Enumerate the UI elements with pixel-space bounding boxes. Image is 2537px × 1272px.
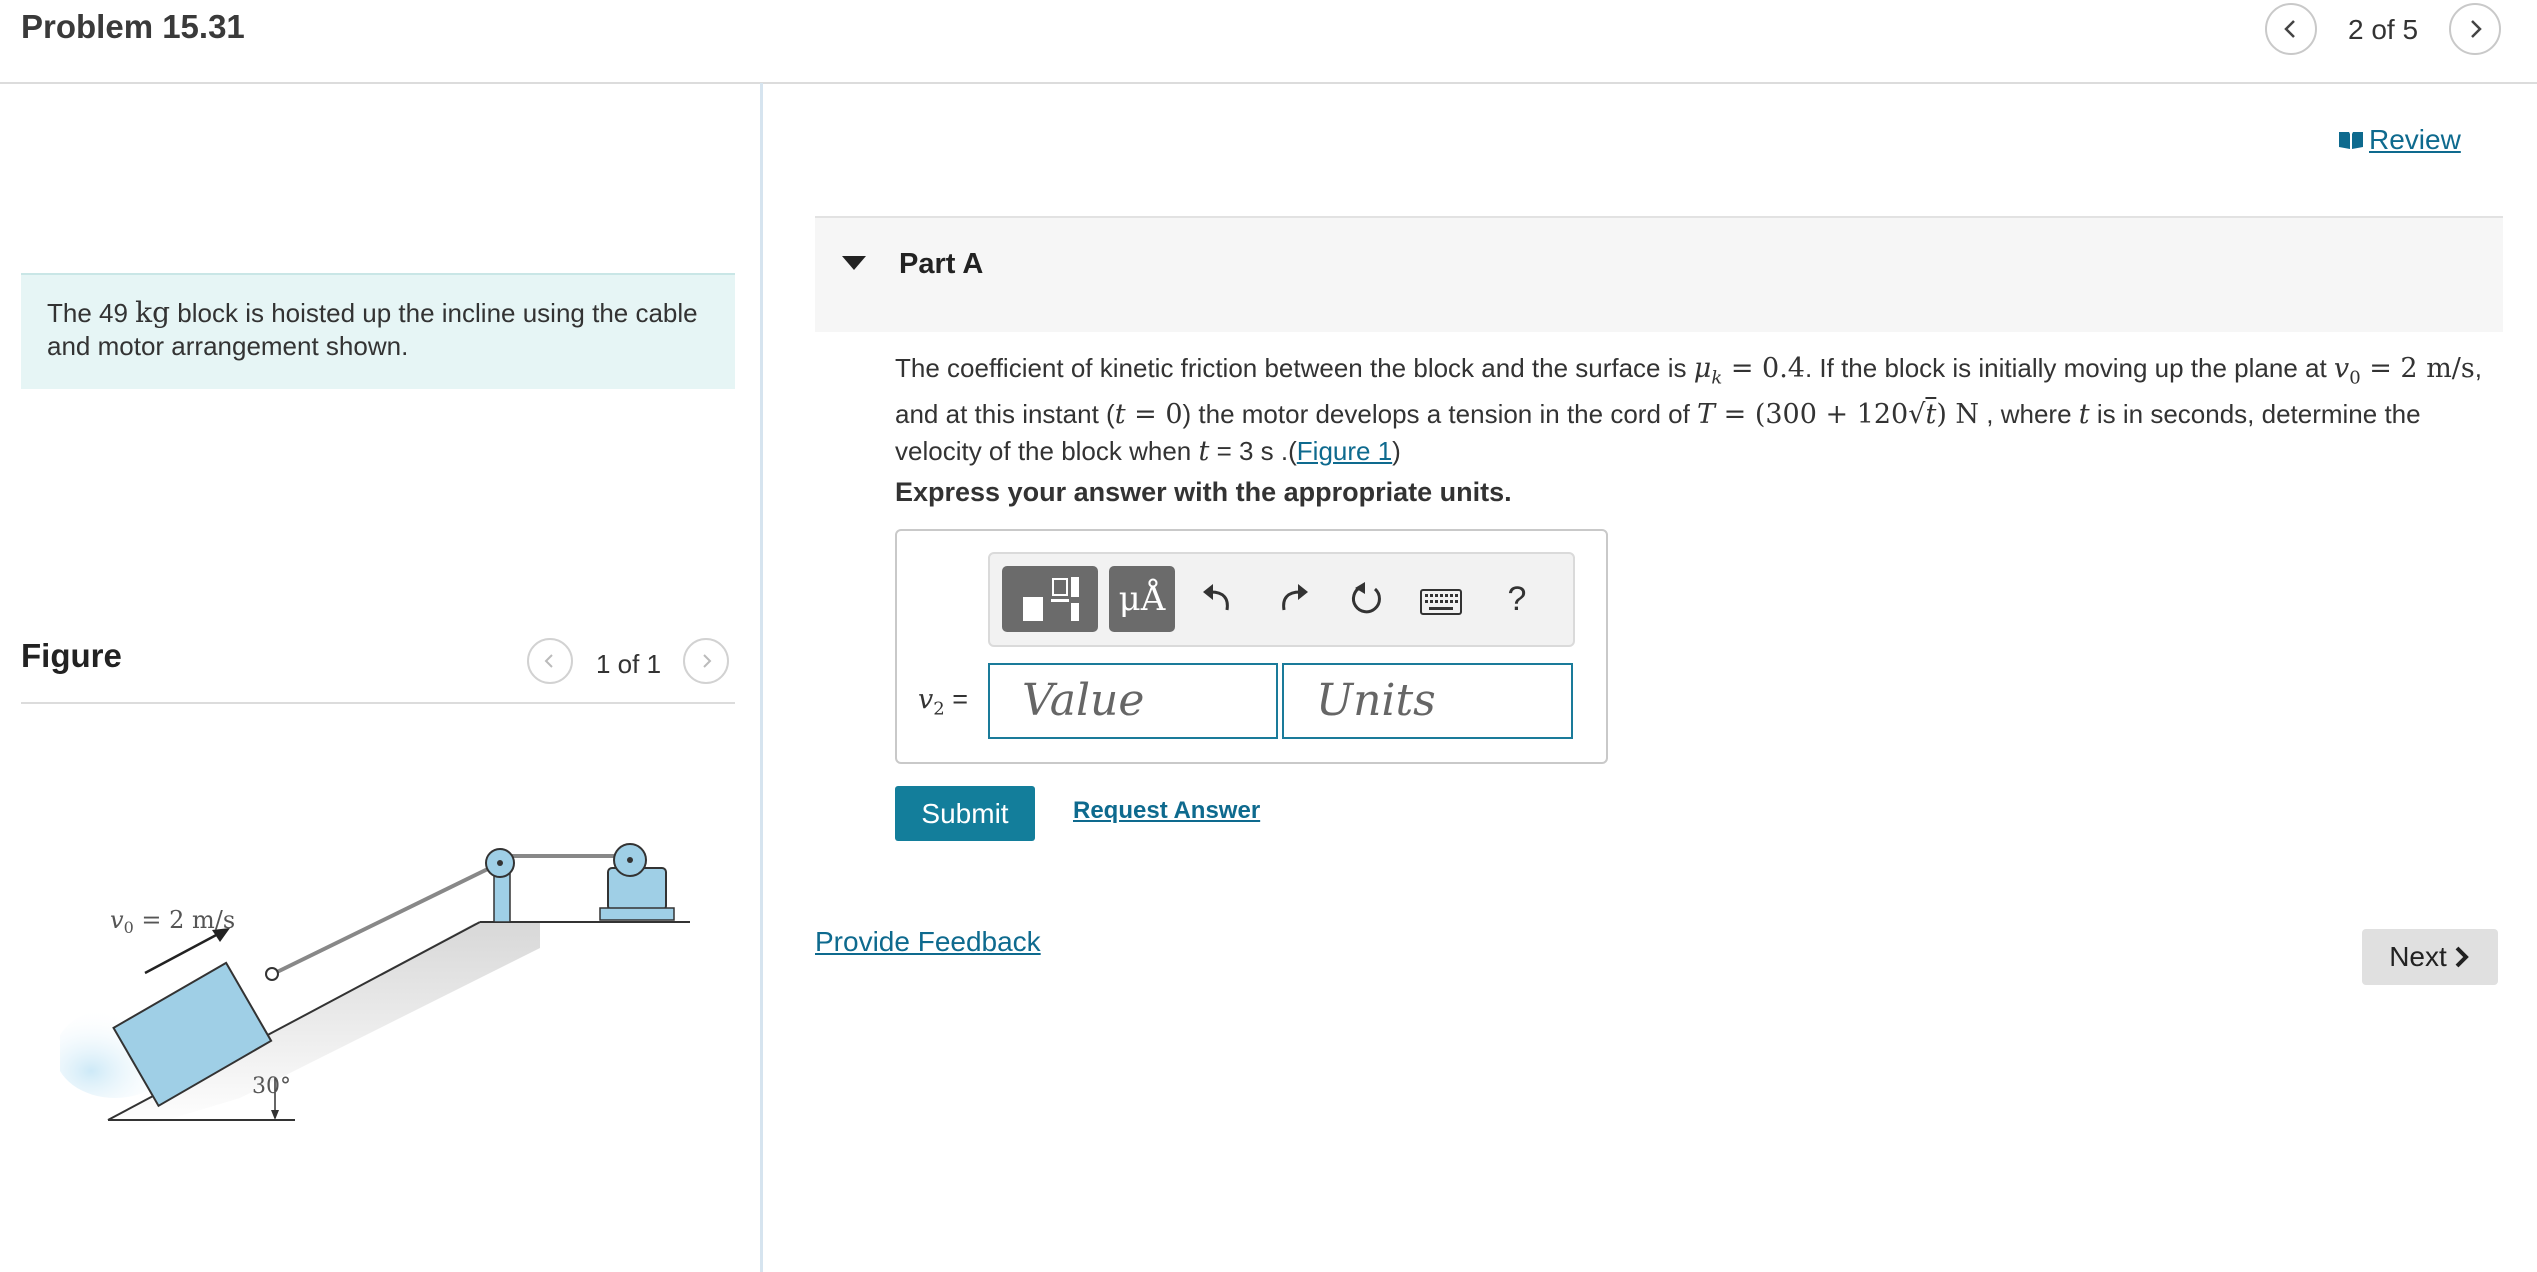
templates-icon: [1023, 577, 1079, 621]
intro-text-1: The 49: [47, 298, 136, 328]
next-label: Next: [2389, 941, 2447, 972]
review-link[interactable]: Review: [2337, 124, 2461, 156]
undo-button[interactable]: [1195, 576, 1241, 622]
symbols-button[interactable]: μÅ: [1109, 566, 1175, 632]
provide-feedback-link[interactable]: Provide Feedback: [815, 926, 1041, 958]
chevron-left-icon: [544, 654, 553, 668]
question-text: The coefficient of kinetic friction betw…: [895, 353, 2482, 468]
velocity-label: v0 = 2 m/s: [110, 906, 235, 937]
velocity-arrow: [144, 931, 221, 975]
keyboard-button[interactable]: [1418, 582, 1464, 622]
undo-icon: [1203, 584, 1229, 611]
figure-previous-button[interactable]: [527, 638, 573, 684]
chevron-left-icon: [2284, 20, 2295, 38]
part-a-title: Part A: [899, 248, 984, 280]
figure-next-button[interactable]: [683, 638, 729, 684]
templates-button[interactable]: [1002, 566, 1098, 632]
submit-button[interactable]: Submit: [895, 786, 1035, 841]
problem-intro: The 49 kg block is hoisted up the inclin…: [47, 296, 727, 363]
panel-divider[interactable]: [760, 83, 763, 1272]
chevron-right-icon: [2455, 946, 2469, 968]
collapse-caret-icon[interactable]: [842, 256, 866, 270]
problem-title: Problem 15.31: [21, 8, 245, 45]
book-icon: [2339, 132, 2363, 149]
figure-divider: [21, 702, 735, 704]
request-answer-link[interactable]: Request Answer: [1073, 797, 1260, 825]
units-input[interactable]: Units: [1282, 663, 1573, 739]
incline-figure: v0 = 2 m/s 30°: [60, 843, 690, 1128]
value-input[interactable]: Value: [988, 663, 1278, 739]
part-a-header[interactable]: [815, 216, 2503, 332]
reset-icon: [1351, 582, 1381, 614]
redo-button[interactable]: [1270, 576, 1316, 622]
figure-counter: 1 of 1: [596, 649, 662, 679]
answer-instruction: Express your answer with the appropriate…: [895, 477, 1512, 507]
reset-button[interactable]: [1343, 576, 1389, 622]
previous-problem-button[interactable]: [2265, 3, 2317, 55]
problem-counter: 2 of 5: [2348, 14, 2419, 45]
angle-label: 30°: [252, 1074, 291, 1099]
next-problem-button[interactable]: [2449, 3, 2501, 55]
header-bar: [0, 0, 2537, 84]
intro-unit: kg: [135, 296, 171, 329]
chevron-right-icon: [703, 654, 712, 668]
figure-heading: Figure: [21, 637, 122, 674]
keyboard-icon: [1420, 589, 1462, 615]
next-button[interactable]: Next: [2362, 929, 2498, 985]
help-button[interactable]: ?: [1494, 574, 1540, 624]
review-label: Review: [2369, 124, 2461, 155]
answer-variable-label: v2 =: [918, 684, 968, 720]
redo-icon: [1282, 584, 1308, 611]
chevron-right-icon: [2471, 20, 2482, 38]
figure-link[interactable]: Figure 1: [1297, 436, 1392, 466]
